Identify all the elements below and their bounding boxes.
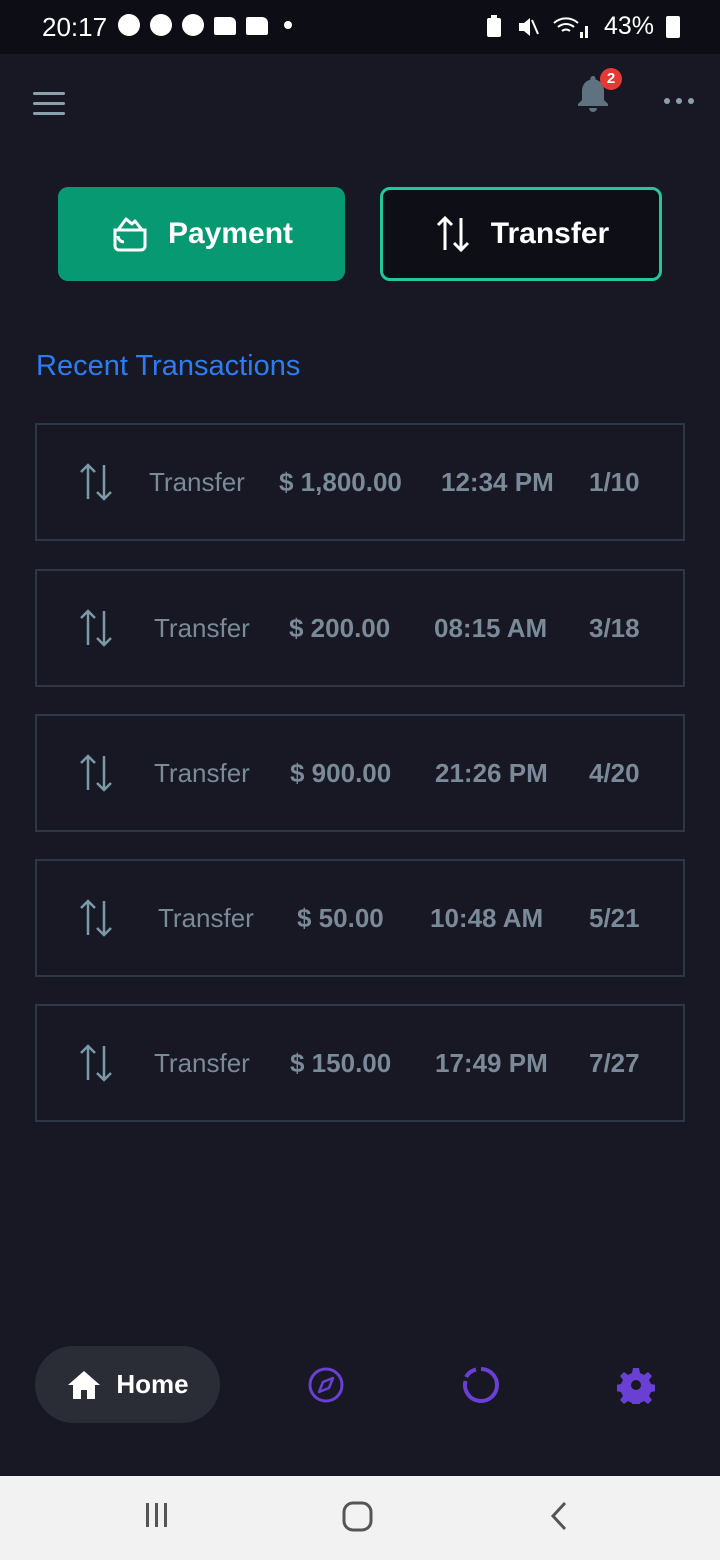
back-icon[interactable] xyxy=(548,1500,570,1532)
more-options-icon[interactable] xyxy=(664,98,694,106)
transaction-amount: $ 900.00 xyxy=(290,758,392,788)
transfer-arrows-icon xyxy=(77,425,115,539)
transaction-row[interactable]: Transfer $ 200.00 08:15 AM 3/18 xyxy=(35,569,685,687)
transaction-type: Transfer xyxy=(154,613,250,643)
transfer-arrows-icon xyxy=(77,861,115,975)
transfer-arrows-icon xyxy=(77,1006,115,1120)
messenger-icon xyxy=(150,14,172,36)
transaction-type: Transfer xyxy=(154,1048,250,1078)
gear-icon[interactable] xyxy=(617,1366,655,1404)
transaction-date: 4/20 xyxy=(589,758,640,788)
transaction-time: 08:15 AM xyxy=(434,613,548,643)
transaction-date: 1/10 xyxy=(589,467,640,497)
nav-home-label: Home xyxy=(116,1369,189,1399)
transaction-time: 21:26 PM xyxy=(435,758,548,788)
battery-percent: 43% xyxy=(603,12,654,40)
transaction-amount: $ 200.00 xyxy=(289,613,391,643)
top-bar: 2 xyxy=(0,54,720,154)
transaction-row[interactable]: Transfer $ 900.00 21:26 PM 4/20 xyxy=(35,714,685,832)
folder-icon xyxy=(214,17,236,35)
transaction-time: 12:34 PM xyxy=(441,467,554,497)
home-icon xyxy=(68,1370,101,1399)
transaction-date: 7/27 xyxy=(589,1048,640,1078)
folder-icon xyxy=(246,17,268,35)
wallet-icon xyxy=(113,217,147,252)
compass-icon[interactable] xyxy=(307,1366,345,1404)
messenger-icon xyxy=(182,14,204,36)
notification-icons xyxy=(118,14,292,36)
status-time: 20:17 xyxy=(42,12,108,42)
notifications-button[interactable]: 2 xyxy=(576,68,622,118)
loader-icon[interactable] xyxy=(462,1366,500,1404)
transaction-amount: $ 150.00 xyxy=(290,1048,392,1078)
mute-icon xyxy=(518,17,539,36)
hamburger-menu-icon[interactable] xyxy=(33,92,65,116)
transfer-button[interactable]: Transfer xyxy=(380,187,662,281)
transaction-date: 5/21 xyxy=(589,903,640,933)
transfer-arrows-icon xyxy=(436,215,469,253)
nav-home[interactable]: Home xyxy=(35,1346,220,1423)
transfer-arrows-icon xyxy=(77,716,115,830)
transaction-row[interactable]: Transfer $ 50.00 10:48 AM 5/21 xyxy=(35,859,685,977)
system-status: 43% xyxy=(484,12,680,41)
recent-apps-icon[interactable] xyxy=(142,1500,172,1530)
payment-button[interactable]: Payment xyxy=(58,187,345,281)
transaction-type: Transfer xyxy=(149,467,245,497)
battery-saver-icon xyxy=(486,14,501,37)
transaction-amount: $ 1,800.00 xyxy=(279,467,402,497)
home-button-icon[interactable] xyxy=(341,1500,375,1534)
battery-icon xyxy=(666,15,680,38)
recent-transactions-title: Recent Transactions xyxy=(36,350,301,382)
transaction-amount: $ 50.00 xyxy=(297,903,384,933)
transaction-type: Transfer xyxy=(154,758,250,788)
transaction-time: 10:48 AM xyxy=(430,903,544,933)
status-bar: 20:17 43% xyxy=(0,0,720,54)
app-notification-icon xyxy=(118,14,140,36)
more-notifications-dot xyxy=(284,21,292,29)
payment-label: Payment xyxy=(167,217,294,250)
bottom-navigation: Home xyxy=(0,1340,720,1430)
transaction-time: 17:49 PM xyxy=(435,1048,548,1078)
transfer-label: Transfer xyxy=(490,217,610,250)
wifi-signal-icon xyxy=(553,16,588,38)
transaction-date: 3/18 xyxy=(589,613,640,643)
notification-badge: 2 xyxy=(600,68,622,90)
transaction-row[interactable]: Transfer $ 150.00 17:49 PM 7/27 xyxy=(35,1004,685,1122)
transaction-row[interactable]: Transfer $ 1,800.00 12:34 PM 1/10 xyxy=(35,423,685,541)
transaction-type: Transfer xyxy=(158,903,254,933)
transfer-arrows-icon xyxy=(77,571,115,685)
system-navigation-bar xyxy=(0,1476,720,1560)
